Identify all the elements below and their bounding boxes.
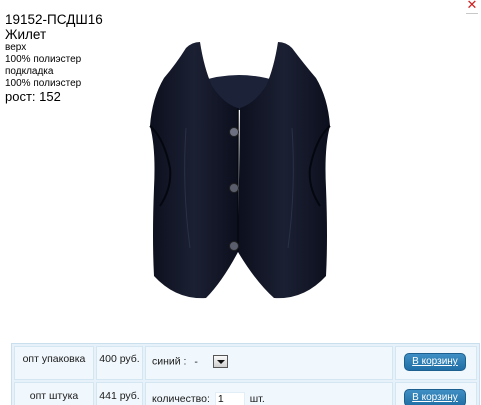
close-button[interactable]: ✕ [466,0,478,14]
order-table: опт упаковка 400 руб. синий : - В корзин… [11,343,480,405]
option-cell: синий : - [145,346,393,380]
row-price: 441 руб. [96,382,143,405]
material-line: верх [5,42,27,53]
add-to-cart-button[interactable]: В корзину [404,353,466,371]
button-cell: В корзину [395,382,477,405]
material-line: подкладка [5,66,54,77]
chevron-down-icon[interactable] [213,355,229,368]
product-sku: 19152-ПСДШ16 [5,12,103,27]
row-label: опт штука [14,382,94,405]
close-icon: ✕ [466,0,478,13]
quantity-input[interactable] [214,392,245,405]
color-select[interactable]: - [191,355,229,368]
material-line: 100% полиэстер [5,54,82,65]
quantity-label: количество: [152,392,210,405]
color-select-value: - [194,355,198,368]
quantity-unit: шт. [249,392,265,405]
quantity-cell: количество: шт. [145,382,393,405]
table-row: опт упаковка 400 руб. синий : - В корзин… [14,346,477,380]
row-price: 400 руб. [96,346,143,380]
product-name: Жилет [5,27,47,42]
color-option-label: синий : [152,355,187,368]
product-info: 19152-ПСДШ16 Жилет верх 100% полиэстер п… [5,12,145,104]
product-height: рост: 152 [5,89,61,104]
table-row: опт штука 441 руб. количество: шт. В кор… [14,382,477,405]
row-label: опт упаковка [14,346,94,380]
add-to-cart-button[interactable]: В корзину [404,389,466,405]
button-cell: В корзину [395,346,477,380]
vest-image [149,42,331,299]
